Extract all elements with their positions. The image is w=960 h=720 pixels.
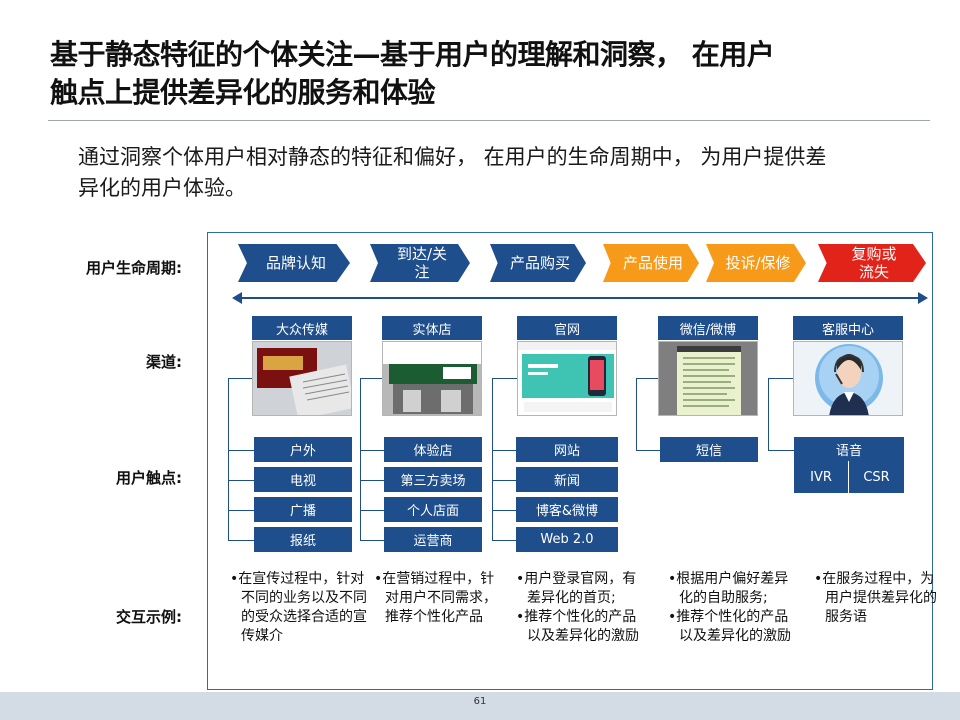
touchpoint-personal-shop: 个人店面 xyxy=(384,497,482,522)
channel-physical-store: 实体店 xyxy=(382,316,482,340)
touchpoint-third-party-retailer: 第三方卖场 xyxy=(384,467,482,492)
subtitle-line1: 通过洞察个体用户相对静态的特征和偏好， 在用户的生命周期中， 为用户提供差 xyxy=(78,145,827,169)
connector xyxy=(228,450,254,451)
touchpoint-sms: 短信 xyxy=(660,437,758,462)
touchpoint-blog-weibo: 博客&微博 xyxy=(516,497,618,522)
lifecycle-arrow xyxy=(240,297,918,299)
connector xyxy=(360,540,384,541)
touchpoint-newspaper: 报纸 xyxy=(254,527,352,552)
connector xyxy=(228,378,229,540)
connector xyxy=(768,450,794,451)
touchpoint-website: 网站 xyxy=(516,437,618,462)
touchpoint-ivr: IVR xyxy=(794,461,848,493)
connector xyxy=(228,480,254,481)
connector xyxy=(636,378,637,450)
stage-brand-awareness: 品牌认知 xyxy=(238,244,350,282)
connector xyxy=(492,510,516,511)
connector xyxy=(768,378,793,379)
slide-title: 基于静态特征的个体关注—基于用户的理解和洞察， 在用户 触点上提供差异化的服务和… xyxy=(50,36,930,112)
connector xyxy=(768,378,769,450)
stage-reach-follow: 到达/关注 xyxy=(370,244,470,282)
stage-rebuy-or-churn: 复购或流失 xyxy=(818,244,926,282)
connector xyxy=(228,540,254,541)
example-wechat: •根据用户偏好差异化的自助服务; •推荐个性化的产品以及差异化的激励 xyxy=(668,570,794,646)
connector xyxy=(360,378,382,379)
row-label-lifecycle: 用户生命周期: xyxy=(86,259,182,277)
connector xyxy=(360,510,384,511)
row-label-examples: 交互示例: xyxy=(116,608,182,626)
service-agent-photo xyxy=(793,341,903,416)
website-screenshot xyxy=(517,341,617,416)
example-website: •用户登录官网，有差异化的首页; •推荐个性化的产品以及差异化的激励 xyxy=(516,570,646,646)
connector xyxy=(636,378,658,379)
row-label-channels: 渠道: xyxy=(146,353,182,371)
subtitle-line2: 异化的用户体验。 xyxy=(78,176,246,200)
example-media: •在宣传过程中，针对不同的业务以及不同的受众选择合适的宣传媒介 xyxy=(230,570,374,646)
channel-mass-media: 大众传媒 xyxy=(252,316,352,340)
connector xyxy=(228,378,252,379)
stage-label: 到达/关注 xyxy=(396,245,448,281)
connector xyxy=(492,450,516,451)
example-text: •根据用户偏好差异化的自助服务; xyxy=(668,571,789,606)
connector xyxy=(228,510,254,511)
connector xyxy=(492,480,516,481)
touchpoint-csr: CSR xyxy=(849,461,904,493)
example-service: •在服务过程中，为用户提供差异化的服务语 xyxy=(814,570,940,627)
connector xyxy=(492,540,516,541)
stage-label: 复购或流失 xyxy=(851,245,897,281)
stage-label: 产品使用 xyxy=(622,254,683,272)
example-store: •在营销过程中，针对用户不同需求，推荐个性化产品 xyxy=(374,570,508,627)
example-text: •推荐个性化的产品以及差异化的激励 xyxy=(668,609,791,644)
stage-label: 产品购买 xyxy=(509,254,570,272)
touchpoint-experience-store: 体验店 xyxy=(384,437,482,462)
stage-usage: 产品使用 xyxy=(603,244,699,282)
row-label-touchpoints: 用户触点: xyxy=(116,469,182,487)
stage-label: 投诉/保修 xyxy=(725,254,791,272)
touchpoint-tv: 电视 xyxy=(254,467,352,492)
connector xyxy=(636,450,660,451)
title-divider xyxy=(48,120,930,121)
example-text: •在营销过程中，针对用户不同需求，推荐个性化产品 xyxy=(374,571,497,625)
store-photo xyxy=(382,341,482,416)
media-photo xyxy=(252,341,352,416)
touchpoint-news: 新闻 xyxy=(516,467,618,492)
example-text: •推荐个性化的产品以及差异化的激励 xyxy=(516,609,639,644)
touchpoint-operator: 运营商 xyxy=(384,527,482,552)
channel-wechat-weibo: 微信/微博 xyxy=(658,316,758,340)
wechat-screenshot xyxy=(658,341,758,416)
connector xyxy=(492,378,493,540)
channel-service-center: 客服中心 xyxy=(793,316,903,340)
slide-title-line2: 触点上提供差异化的服务和体验 xyxy=(50,76,436,109)
touchpoint-outdoor: 户外 xyxy=(254,437,352,462)
example-text: •在宣传过程中，针对不同的业务以及不同的受众选择合适的宣传媒介 xyxy=(230,571,367,644)
stage-purchase: 产品购买 xyxy=(490,244,586,282)
arrow-right-icon xyxy=(918,292,928,304)
stage-label: 品牌认知 xyxy=(265,254,326,272)
touchpoint-voice: 语音 xyxy=(794,437,904,461)
connector xyxy=(360,450,384,451)
slide-title-line1: 基于静态特征的个体关注—基于用户的理解和洞察， 在用户 xyxy=(50,38,775,71)
example-text: •在服务过程中，为用户提供差异化的服务语 xyxy=(814,571,937,625)
connector xyxy=(360,378,361,540)
channel-official-site: 官网 xyxy=(517,316,617,340)
example-text: •用户登录官网，有差异化的首页; xyxy=(516,571,637,606)
connector xyxy=(360,480,384,481)
stage-complaint-warranty: 投诉/保修 xyxy=(706,244,806,282)
connector xyxy=(492,378,517,379)
page-number: 61 xyxy=(473,696,487,707)
touchpoint-radio: 广播 xyxy=(254,497,352,522)
slide-subtitle: 通过洞察个体用户相对静态的特征和偏好， 在用户的生命周期中， 为用户提供差 异化… xyxy=(78,142,928,204)
touchpoint-web20: Web 2.0 xyxy=(516,527,618,552)
